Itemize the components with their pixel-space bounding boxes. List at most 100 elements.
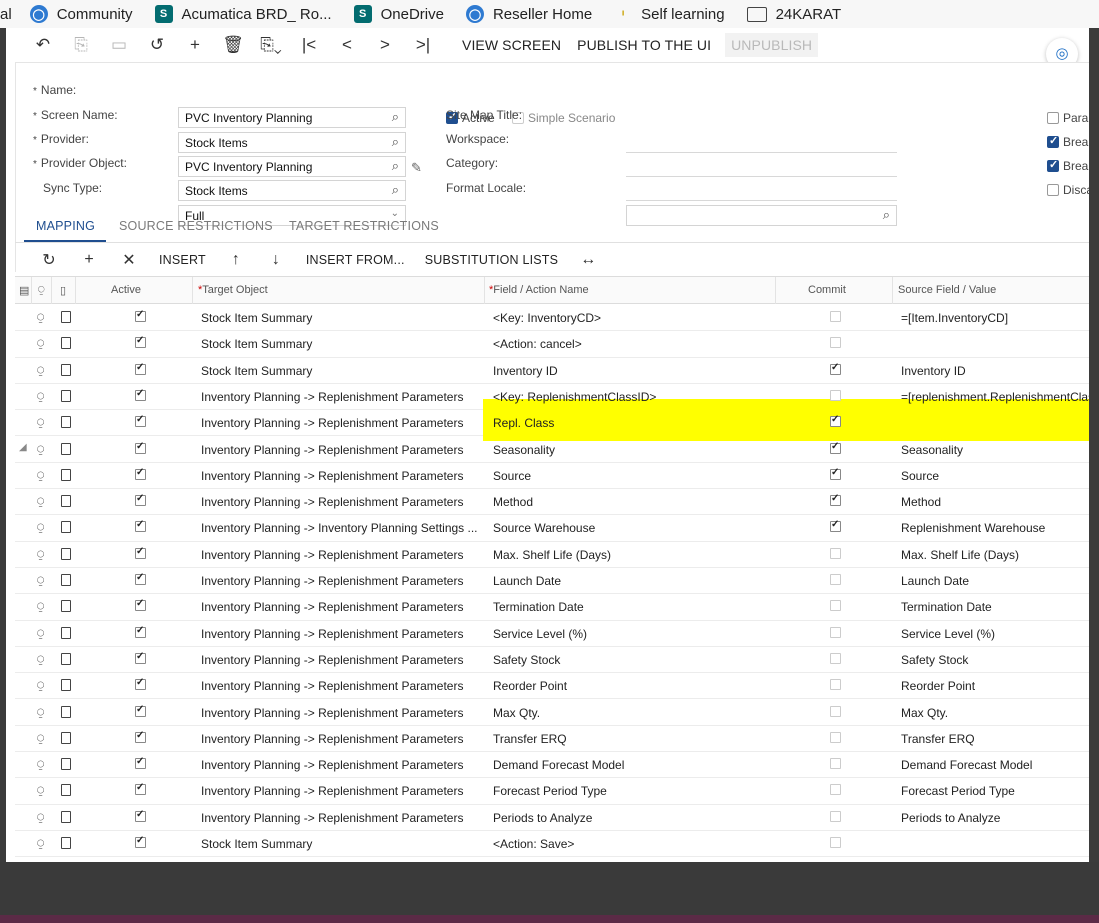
field-action-cell[interactable]: Transfer ERQ — [493, 732, 771, 746]
bookmark-community[interactable]: ◯ Community — [29, 5, 133, 23]
workspace-field[interactable] — [626, 176, 897, 177]
active-checkbox[interactable] — [135, 309, 146, 322]
attachment-icon[interactable]: ⍜ — [37, 783, 44, 798]
table-row[interactable]: ⍜ Inventory Planning -> Replenishment Par… — [15, 489, 1089, 516]
field-action-cell[interactable]: <Action: cancel> — [493, 337, 771, 351]
copy-paste-icon[interactable]: ⎘⌄ — [252, 35, 290, 55]
field-action-cell[interactable]: Demand Forecast Model — [493, 758, 771, 772]
first-icon[interactable]: |< — [290, 35, 328, 55]
tab-target-restrictions[interactable]: TARGET RESTRICTIONS — [289, 219, 439, 233]
field-action-cell[interactable]: Periods to Analyze — [493, 811, 771, 825]
active-checkbox[interactable] — [135, 441, 146, 454]
refresh-icon[interactable]: ↻ — [29, 250, 69, 270]
commit-checkbox[interactable] — [830, 493, 841, 507]
active-checkbox[interactable] — [135, 493, 146, 507]
screen-name-field[interactable]: Stock Items ⌕ — [178, 132, 406, 153]
delete-icon[interactable]: 🗑 — [214, 35, 252, 55]
bookmark-self-learning[interactable]: ᶦ Self learning — [614, 5, 724, 23]
table-row[interactable]: ⍜ Stock Item Summary Inventory ID Inventory… — [15, 358, 1089, 384]
source-field-cell[interactable]: Reorder Point — [901, 679, 1089, 693]
source-field-cell[interactable]: Demand Forecast Model — [901, 758, 1089, 772]
active-checkbox[interactable] — [135, 677, 146, 691]
note-icon[interactable] — [61, 600, 71, 613]
active-checkbox[interactable] — [135, 519, 146, 533]
attachment-icon[interactable]: ⍜ — [37, 389, 44, 404]
table-row[interactable]: ⍜ Inventory Planning -> Replenishment Par… — [15, 463, 1089, 490]
publish-button[interactable]: PUBLISH TO THE UI — [571, 37, 717, 53]
commit-checkbox[interactable] — [830, 758, 841, 770]
last-icon[interactable]: >| — [404, 35, 442, 55]
note-icon[interactable] — [61, 837, 71, 849]
commit-checkbox[interactable] — [830, 810, 841, 822]
attachment-icon[interactable]: ⍜ — [37, 468, 44, 483]
active-checkbox[interactable] — [135, 335, 146, 349]
undo-icon[interactable]: ↺ — [138, 35, 176, 55]
target-object-cell[interactable]: Inventory Planning -> Replenishment Para… — [201, 495, 479, 509]
active-checkbox[interactable] — [135, 362, 146, 375]
name-field[interactable]: PVC Inventory Planning ⌕ — [178, 107, 406, 128]
note-icon[interactable] — [61, 784, 71, 797]
table-row[interactable]: ⍜ Inventory Planning -> Replenishment Par… — [15, 647, 1089, 674]
target-object-cell[interactable]: Stock Item Summary — [201, 311, 479, 325]
target-object-cell[interactable]: Inventory Planning -> Replenishment Para… — [201, 732, 479, 746]
source-field-cell[interactable]: Max Qty. — [901, 706, 1089, 720]
search-icon[interactable]: ⌕ — [392, 158, 399, 174]
save-close-icon[interactable]: ⎘ — [62, 35, 100, 55]
active-checkbox[interactable] — [135, 598, 146, 612]
target-object-cell[interactable]: Inventory Planning -> Replenishment Para… — [201, 679, 479, 693]
source-field-cell[interactable]: =[Item.InventoryCD] — [901, 311, 1089, 325]
search-icon[interactable]: ⌕ — [392, 134, 399, 150]
bookmark-24karat[interactable]: 24KARAT — [746, 6, 841, 23]
insert-button[interactable]: INSERT — [159, 253, 206, 267]
attachment-icon[interactable]: ⍜ — [37, 652, 44, 667]
unpublish-button[interactable]: UNPUBLISH — [725, 33, 819, 57]
commit-checkbox[interactable] — [830, 784, 841, 796]
add-row-icon[interactable]: + — [69, 251, 109, 269]
source-field-cell[interactable]: =[replenishment.ReplenishmentClas — [901, 390, 1089, 404]
note-icon[interactable] — [61, 758, 71, 771]
commit-checkbox[interactable] — [830, 731, 841, 743]
source-field-cell[interactable]: Seasonality — [901, 443, 1089, 457]
delete-row-icon[interactable]: ✕ — [109, 250, 149, 270]
table-row[interactable]: ⍜ Stock Item Summary <Action: Save> — [15, 831, 1089, 858]
target-object-cell[interactable]: Stock Item Summary — [201, 364, 479, 378]
previous-icon[interactable]: < — [328, 35, 366, 55]
field-action-cell[interactable]: <Key: InventoryCD> — [493, 311, 771, 325]
attachment-icon[interactable]: ⍜ — [37, 336, 44, 351]
right-checkbox-1[interactable] — [1047, 112, 1059, 124]
active-checkbox[interactable] — [135, 625, 146, 638]
source-field-cell[interactable]: Transfer ERQ — [901, 732, 1089, 746]
note-icon[interactable] — [61, 521, 71, 534]
table-row[interactable]: ◢ ⍜ Inventory Planning -> Replenishment Pa… — [15, 437, 1089, 463]
commit-checkbox[interactable] — [830, 414, 841, 428]
source-field-cell[interactable]: Safety Stock — [901, 653, 1089, 667]
target-object-cell[interactable]: Inventory Planning -> Replenishment Para… — [201, 706, 479, 720]
attachment-icon[interactable]: ⍜ — [37, 757, 44, 772]
save-icon[interactable]: ▭ — [100, 35, 138, 55]
attachment-icon[interactable]: ⍜ — [37, 547, 44, 562]
active-checkbox[interactable] — [135, 756, 146, 770]
commit-checkbox[interactable] — [830, 547, 841, 559]
target-object-cell[interactable]: Inventory Planning -> Inventory Planning… — [201, 521, 479, 535]
commit-checkbox[interactable] — [830, 362, 841, 375]
source-field-cell[interactable]: Inventory ID — [901, 364, 1089, 378]
table-row[interactable]: ⍜ Inventory Planning -> Replenishment Par… — [15, 568, 1089, 595]
active-checkbox[interactable] — [135, 809, 146, 822]
commit-checkbox[interactable] — [830, 574, 841, 585]
target-object-cell[interactable]: Inventory Planning -> Replenishment Para… — [201, 758, 479, 772]
table-row[interactable]: ⍜ Inventory Planning -> Replenishment Par… — [15, 778, 1089, 805]
target-object-cell[interactable]: Inventory Planning -> Replenishment Para… — [201, 627, 479, 641]
target-object-cell[interactable]: Stock Item Summary — [201, 837, 479, 851]
field-action-cell[interactable]: Source Warehouse — [493, 521, 771, 535]
attachment-icon[interactable]: ⍜ — [37, 836, 44, 851]
source-field-cell[interactable]: Source — [901, 469, 1089, 483]
target-object-cell[interactable]: Inventory Planning -> Replenishment Para… — [201, 811, 479, 825]
note-icon[interactable] — [61, 442, 71, 455]
table-row[interactable]: ⍜ Inventory Planning -> Replenishment Par… — [15, 621, 1089, 647]
next-icon[interactable]: > — [366, 35, 404, 55]
note-icon[interactable] — [61, 626, 71, 639]
target-object-cell[interactable]: Inventory Planning -> Replenishment Para… — [201, 574, 479, 588]
commit-checkbox[interactable] — [830, 837, 841, 848]
search-icon[interactable]: ⌕ — [883, 207, 890, 223]
commit-column-header[interactable]: Commit — [808, 284, 846, 296]
